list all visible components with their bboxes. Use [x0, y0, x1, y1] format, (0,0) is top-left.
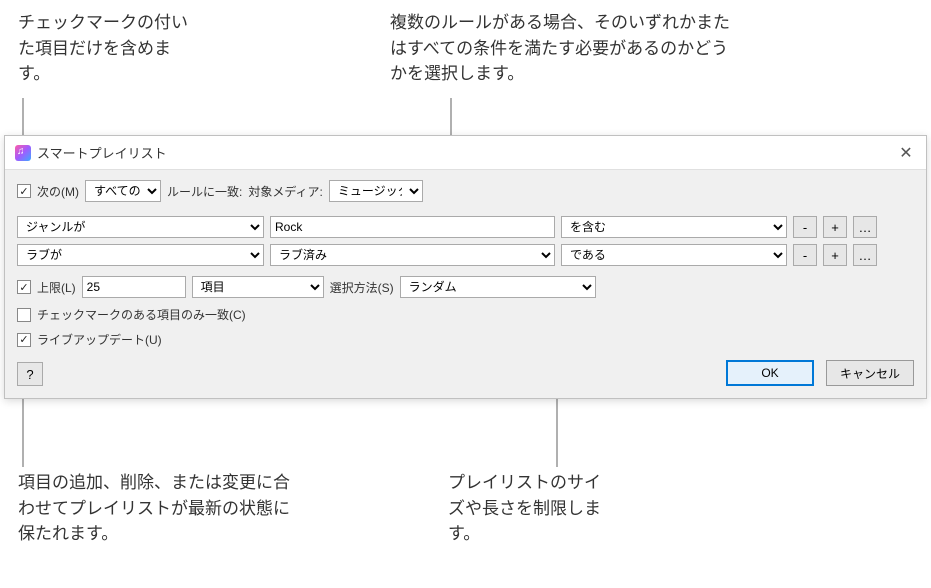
dialog-title: スマートプレイリスト [37, 143, 167, 162]
rule-value-select[interactable]: ラブ済み [270, 244, 555, 266]
limit-checkbox[interactable] [17, 280, 31, 294]
live-update-label: ライブアップデート(U) [37, 331, 162, 348]
rule-field-select[interactable]: ラブが [17, 244, 264, 266]
match-all-any-select[interactable]: すべての [85, 180, 161, 202]
help-button[interactable]: ? [17, 362, 43, 386]
remove-rule-button[interactable]: - [793, 244, 817, 266]
rule-row: ジャンルが を含む - + … [17, 216, 914, 238]
checked-only-row: チェックマークのある項目のみ一致(C) [17, 306, 914, 323]
add-rule-button[interactable]: + [823, 216, 847, 238]
rule-operator-select[interactable]: である [561, 244, 787, 266]
live-update-row: ライブアップデート(U) [17, 331, 914, 348]
limit-unit-select[interactable]: 項目 [192, 276, 324, 298]
rules-area: ジャンルが を含む - + … ラブが ラブ済み である [17, 216, 914, 266]
rule-value-input[interactable] [270, 216, 555, 238]
cancel-button[interactable]: キャンセル [826, 360, 914, 386]
rule-field-select[interactable]: ジャンルが [17, 216, 264, 238]
rule-operator-select[interactable]: を含む [561, 216, 787, 238]
checked-only-label: チェックマークのある項目のみ一致(C) [37, 306, 246, 323]
match-label: 次の(M) [37, 183, 79, 200]
limit-method-select[interactable]: ランダム [400, 276, 596, 298]
limit-value-input[interactable] [82, 276, 186, 298]
callout-line [22, 387, 24, 467]
smart-playlist-dialog: スマートプレイリスト ✕ 次の(M) すべての ルールに一致: 対象メディア: … [4, 135, 927, 399]
dialog-footer: ? OK キャンセル [17, 360, 914, 386]
close-button[interactable]: ✕ [896, 143, 916, 163]
target-media-select[interactable]: ミュージック [329, 180, 423, 202]
rule-match-text: ルールに一致: [167, 183, 242, 200]
annotation-live-update: 項目の追加、削除、または変更に合わせてプレイリストが最新の状態に保たれます。 [18, 470, 298, 547]
match-checkbox[interactable] [17, 184, 31, 198]
limit-row: 上限(L) 項目 選択方法(S) ランダム [17, 276, 914, 298]
more-rule-button[interactable]: … [853, 244, 877, 266]
checked-only-checkbox[interactable] [17, 308, 31, 322]
titlebar: スマートプレイリスト ✕ [5, 136, 926, 170]
match-row: 次の(M) すべての ルールに一致: 対象メディア: ミュージック [17, 180, 914, 202]
live-update-checkbox[interactable] [17, 333, 31, 347]
add-rule-button[interactable]: + [823, 244, 847, 266]
annotation-multiple-rules: 複数のルールがある場合、そのいずれかまたはすべての条件を満たす必要があるのかどう… [390, 10, 730, 87]
rule-row: ラブが ラブ済み である - + … [17, 244, 914, 266]
app-icon [15, 145, 31, 161]
annotation-checked-items: チェックマークの付いた項目だけを含めます。 [18, 10, 198, 87]
limit-label: 上限(L) [37, 279, 76, 296]
ok-button[interactable]: OK [726, 360, 814, 386]
more-rule-button[interactable]: … [853, 216, 877, 238]
limit-method-label: 選択方法(S) [330, 279, 394, 296]
remove-rule-button[interactable]: - [793, 216, 817, 238]
annotation-limit: プレイリストのサイズや長さを制限します。 [448, 470, 608, 547]
target-media-label: 対象メディア: [248, 183, 323, 200]
